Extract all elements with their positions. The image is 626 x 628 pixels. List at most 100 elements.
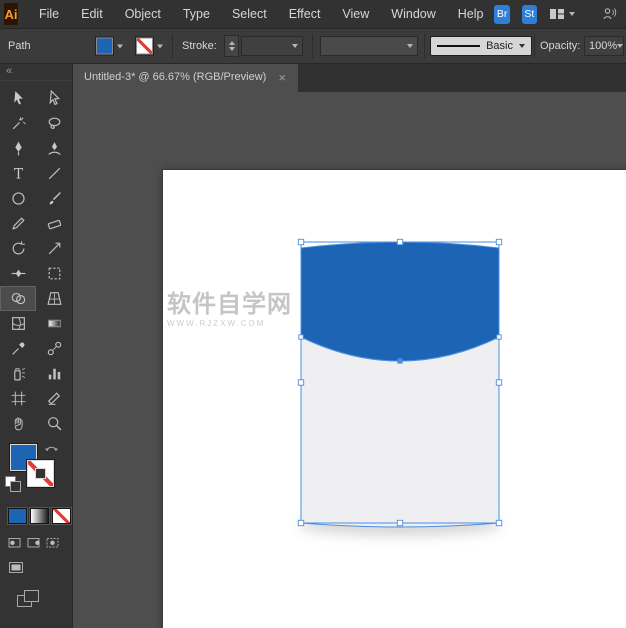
handle-bottom-center[interactable] xyxy=(397,520,402,525)
bridge-button[interactable]: Br xyxy=(494,5,509,24)
tool-zoom[interactable] xyxy=(36,411,72,436)
app-logo: Ai xyxy=(4,3,18,25)
stroke-color-dropdown[interactable] xyxy=(136,38,163,55)
shape-gray-region[interactable] xyxy=(301,337,499,527)
fill-swatch xyxy=(96,38,113,55)
tool-eraser[interactable] xyxy=(36,211,72,236)
artboard-icon xyxy=(10,390,27,407)
document-tab-title: Untitled-3* @ 66.67% (RGB/Preview) xyxy=(84,71,266,83)
chevron-down-icon xyxy=(292,44,298,48)
chevron-down-icon xyxy=(569,12,575,16)
tool-mesh[interactable] xyxy=(0,311,36,336)
handle-top-left[interactable] xyxy=(298,239,303,244)
shape-blue-region[interactable] xyxy=(301,242,499,361)
anchor-center-selected[interactable] xyxy=(398,359,402,363)
tool-line-segment[interactable] xyxy=(36,161,72,186)
stock-button[interactable]: St xyxy=(522,5,537,24)
document-tab-bar: Untitled-3* @ 66.67% (RGB/Preview) × xyxy=(72,62,626,92)
tool-direct-selection[interactable] xyxy=(36,86,72,111)
tool-scale[interactable] xyxy=(36,236,72,261)
screen-mode-icon xyxy=(8,561,24,574)
tool-artboard[interactable] xyxy=(0,386,36,411)
anchor-right[interactable] xyxy=(497,335,501,339)
draw-normal-icon[interactable] xyxy=(7,536,22,549)
tool-curvature[interactable] xyxy=(36,136,72,161)
tool-blend[interactable] xyxy=(36,336,72,361)
handle-middle-left[interactable] xyxy=(298,380,303,385)
artwork-layer xyxy=(72,92,626,628)
tool-ellipse[interactable] xyxy=(0,186,36,211)
tool-type[interactable]: T xyxy=(0,161,36,186)
default-stroke-icon[interactable] xyxy=(10,481,21,492)
draw-behind-icon[interactable] xyxy=(26,536,41,549)
anchor-left[interactable] xyxy=(299,335,303,339)
menu-help[interactable]: Help xyxy=(447,0,495,28)
lasso-icon xyxy=(46,115,63,132)
gradient-button[interactable] xyxy=(30,508,49,524)
swap-fill-stroke-icon[interactable] xyxy=(44,442,60,455)
tool-paintbrush[interactable] xyxy=(36,186,72,211)
tool-grid: T xyxy=(0,81,72,436)
tool-shaper[interactable] xyxy=(0,211,36,236)
handle-middle-right[interactable] xyxy=(496,380,501,385)
stroke-color-proxy[interactable] xyxy=(27,460,54,487)
tab-close-icon[interactable]: × xyxy=(278,71,286,84)
stroke-weight-stepper[interactable] xyxy=(224,35,239,57)
edit-toolbar-button[interactable] xyxy=(0,579,72,614)
tool-slice[interactable] xyxy=(36,386,72,411)
stroke-weight-dropdown[interactable] xyxy=(241,36,303,56)
opacity-field[interactable]: 100% xyxy=(584,36,624,56)
tool-gradient[interactable] xyxy=(36,311,72,336)
tool-shape-builder[interactable] xyxy=(0,286,36,311)
tool-lasso[interactable] xyxy=(36,111,72,136)
magic-wand-icon xyxy=(10,115,27,132)
opacity-label[interactable]: Opacity: xyxy=(540,40,580,52)
hand-icon xyxy=(10,415,27,432)
tool-width[interactable] xyxy=(0,261,36,286)
fill-color-dropdown[interactable] xyxy=(96,38,123,55)
tool-hand[interactable] xyxy=(0,411,36,436)
handle-top-right[interactable] xyxy=(496,239,501,244)
handle-bottom-left[interactable] xyxy=(298,520,303,525)
handle-top-center[interactable] xyxy=(397,239,402,244)
brush-definition-dropdown[interactable]: Basic xyxy=(430,36,532,56)
panel-collapse-button[interactable]: « xyxy=(0,62,72,81)
tool-pen[interactable] xyxy=(0,136,36,161)
tool-free-transform[interactable] xyxy=(36,261,72,286)
drawing-mode-buttons xyxy=(0,524,72,549)
menu-file[interactable]: File xyxy=(28,0,70,28)
draw-inside-icon[interactable] xyxy=(45,536,60,549)
tool-column-graph[interactable] xyxy=(36,361,72,386)
menu-select[interactable]: Select xyxy=(221,0,278,28)
tool-rotate[interactable] xyxy=(0,236,36,261)
canvas[interactable]: 软件自学网 WWW.RJZXW.COM xyxy=(72,92,626,628)
none-button[interactable] xyxy=(52,508,71,524)
scale-icon xyxy=(46,240,63,257)
menu-effect[interactable]: Effect xyxy=(278,0,332,28)
tool-eyedropper[interactable] xyxy=(0,336,36,361)
width-profile-dropdown[interactable] xyxy=(320,36,418,56)
share-button[interactable] xyxy=(601,6,618,22)
pen-icon xyxy=(10,140,27,157)
chevron-down-icon xyxy=(117,44,123,48)
menu-window[interactable]: Window xyxy=(380,0,446,28)
type-icon: T xyxy=(10,165,27,182)
workspace-switcher[interactable] xyxy=(549,7,575,21)
menu-object[interactable]: Object xyxy=(114,0,172,28)
handle-bottom-right[interactable] xyxy=(496,520,501,525)
menu-view[interactable]: View xyxy=(331,0,380,28)
tool-selection[interactable] xyxy=(0,86,36,111)
share-icon xyxy=(601,6,618,22)
screen-mode-button[interactable] xyxy=(0,549,72,579)
menu-edit[interactable]: Edit xyxy=(70,0,114,28)
color-button[interactable] xyxy=(8,508,27,524)
menu-type[interactable]: Type xyxy=(172,0,221,28)
stroke-label[interactable]: Stroke: xyxy=(182,40,217,52)
line-icon xyxy=(46,165,63,182)
tool-magic-wand[interactable] xyxy=(0,111,36,136)
tool-perspective-grid[interactable] xyxy=(36,286,72,311)
tool-symbol-sprayer[interactable] xyxy=(0,361,36,386)
slice-icon xyxy=(46,390,63,407)
svg-text:T: T xyxy=(13,166,23,182)
document-tab[interactable]: Untitled-3* @ 66.67% (RGB/Preview) × xyxy=(72,62,298,92)
